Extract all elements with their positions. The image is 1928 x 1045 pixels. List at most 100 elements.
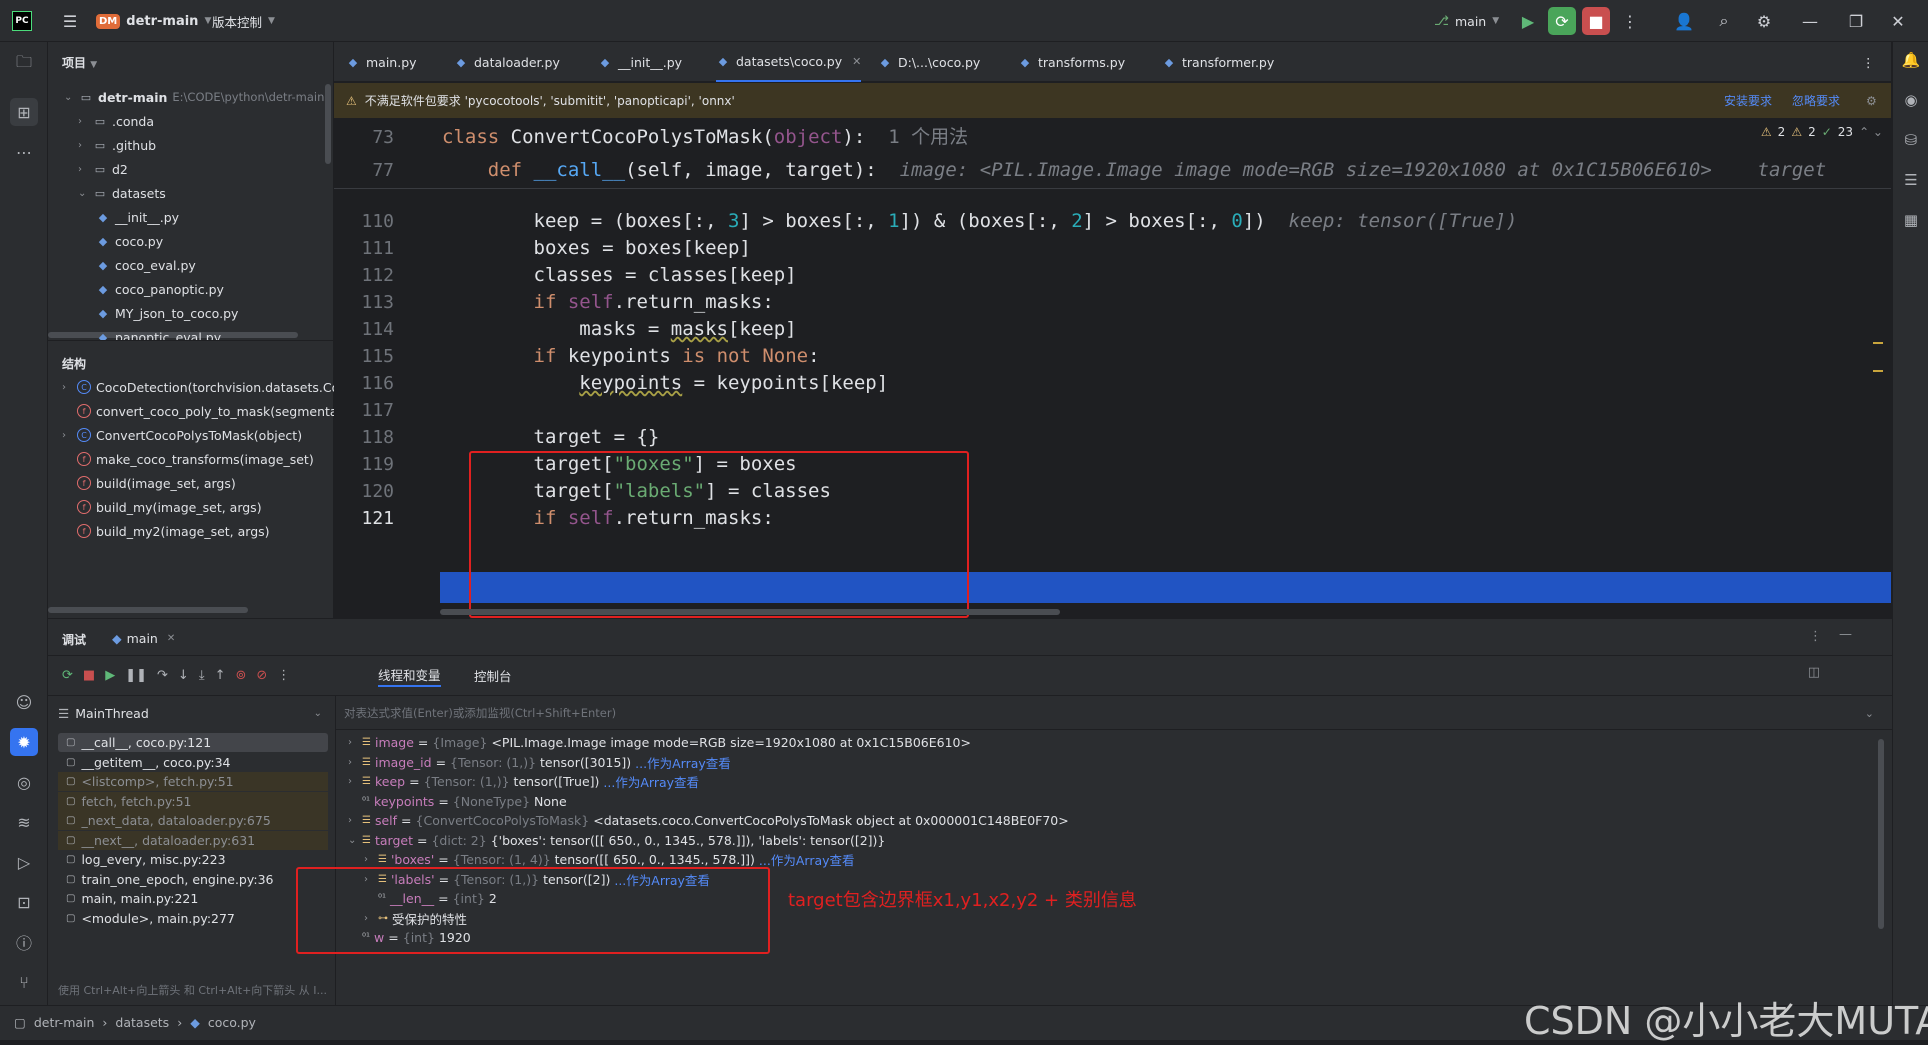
- structure-tool-button[interactable]: ⊞: [10, 98, 38, 126]
- install-requirements-link[interactable]: 安装要求: [1724, 92, 1772, 109]
- structure-item[interactable]: f build_my(image_set, args): [62, 495, 262, 519]
- editor-horizontal-scrollbar[interactable]: [440, 609, 1060, 615]
- stack-frame[interactable]: ▢ main, main.py:221: [58, 889, 328, 908]
- crumb-file[interactable]: coco.py: [208, 1015, 256, 1030]
- vars-scrollbar[interactable]: [1878, 739, 1884, 929]
- tree-folder[interactable]: › ▭ .conda: [78, 109, 154, 133]
- variable-row[interactable]: › ☰ image = {Image} <PIL.Image.Image image mo…: [348, 733, 971, 752]
- problems-tool-button[interactable]: ⓘ: [10, 928, 38, 956]
- chevron-right-icon[interactable]: ›: [364, 913, 374, 924]
- structure-item[interactable]: f convert_coco_poly_to_mask(segmentatic: [62, 399, 353, 423]
- vertical-scrollbar[interactable]: [325, 84, 331, 164]
- view-as-array-link[interactable]: ...作为Array查看: [759, 850, 855, 869]
- debug-tool-button[interactable]: ✹: [10, 728, 38, 756]
- evaluate-expression-input[interactable]: 对表达式求值(Enter)或添加监视(Ctrl+Shift+Enter) ⌄: [344, 701, 1884, 725]
- structure-item[interactable]: f make_coco_transforms(image_set): [62, 447, 314, 471]
- tab-main-py[interactable]: ◆ main.py: [346, 42, 417, 82]
- tab-transforms-py[interactable]: ◆ transforms.py: [1018, 42, 1125, 82]
- main-menu-button[interactable]: ☰: [56, 0, 84, 42]
- stack-frame[interactable]: ▢ __next__, dataloader.py:631: [58, 830, 328, 850]
- thread-selector[interactable]: ☰ MainThread ⌄: [58, 701, 328, 725]
- tree-file[interactable]: ◆ coco_eval.py: [96, 253, 196, 277]
- search-button[interactable]: ⌕: [1710, 0, 1738, 42]
- variable-row[interactable]: › ⊶ 受保护的特性: [364, 909, 467, 928]
- step-into-my-code-icon[interactable]: ⤓: [199, 668, 205, 683]
- step-out-icon[interactable]: ↑: [215, 668, 226, 683]
- project-switcher[interactable]: DM detr-main ▼: [96, 0, 211, 42]
- stack-frame[interactable]: ▢ _next_data, dataloader.py:675: [58, 811, 328, 830]
- layout-icon[interactable]: ◫: [1808, 665, 1820, 680]
- add-user-button[interactable]: 👤: [1670, 0, 1698, 42]
- close-icon[interactable]: ✕: [852, 55, 861, 68]
- view-as-array-link[interactable]: ...作为Array查看: [603, 772, 699, 791]
- tab-init-py[interactable]: ◆ __init__.py: [598, 42, 682, 82]
- python-console-button[interactable]: ◎: [10, 768, 38, 796]
- tab-transformer-py[interactable]: ◆ transformer.py: [1162, 42, 1275, 82]
- table-button[interactable]: ▦: [1899, 208, 1923, 232]
- close-icon[interactable]: ✕: [167, 633, 175, 644]
- layers-tool-button[interactable]: ≋: [10, 808, 38, 836]
- pause-icon[interactable]: ❚❚: [125, 668, 147, 683]
- tabs-more-button[interactable]: ⋮: [1862, 42, 1875, 82]
- maximize-button[interactable]: ❐: [1842, 0, 1870, 42]
- sciview-button[interactable]: ☰: [1899, 168, 1923, 192]
- ai-assistant-button[interactable]: ◉: [1899, 88, 1923, 112]
- mute-breakpoints-icon[interactable]: ⊘: [256, 668, 267, 683]
- database-button[interactable]: ⛁: [1899, 128, 1923, 152]
- chevron-right-icon[interactable]: ›: [364, 874, 374, 885]
- inspection-widget[interactable]: ⚠ 2 ⚠ 2 ✓ 23 ⌃ ⌄: [1761, 125, 1883, 139]
- git-tool-button[interactable]: ⑂: [10, 968, 38, 996]
- variable-row[interactable]: › ☰ image_id = {Tensor: (1,)} tensor([3015]).…: [348, 753, 731, 772]
- tree-folder[interactable]: ⌄ ▭ datasets: [78, 181, 166, 205]
- ignore-requirements-link[interactable]: 忽略要求: [1792, 92, 1840, 109]
- tree-file[interactable]: ◆ coco.py: [96, 229, 163, 253]
- structure-item[interactable]: › C CocoDetection(torchvision.datasets.Coc…: [62, 375, 354, 399]
- variable-row[interactable]: › ☰ keep = {Tensor: (1,)} tensor([True]) ...作为…: [348, 772, 699, 791]
- view-as-array-link[interactable]: ...作为Array查看: [635, 753, 731, 772]
- code-line-116[interactable]: keypoints = keypoints[keep]: [442, 367, 888, 400]
- crumb-project[interactable]: detr-main: [34, 1015, 95, 1030]
- run-tool-button[interactable]: ▷: [10, 848, 38, 876]
- stop-button[interactable]: ■: [1582, 0, 1610, 42]
- stack-frame[interactable]: ▢ fetch, fetch.py:51: [58, 791, 328, 811]
- variable-row[interactable]: › ☰'boxes' = {Tensor: (1, 4)} tensor([[ 650.…: [364, 850, 855, 869]
- copilot-tool-button[interactable]: ☺: [10, 688, 38, 716]
- chevron-right-icon[interactable]: ›: [348, 757, 358, 768]
- settings-button[interactable]: ⚙: [1750, 0, 1778, 42]
- chevron-right-icon[interactable]: ›: [348, 815, 358, 826]
- structure-item[interactable]: f build_my2(image_set, args): [62, 519, 270, 543]
- resume-icon[interactable]: ▶: [105, 668, 115, 683]
- tree-folder[interactable]: › ▭ .github: [78, 133, 156, 157]
- step-over-icon[interactable]: ↷: [157, 668, 168, 683]
- variable-row[interactable]: ⌄ ☰ target = {dict: 2} {'boxes': tensor([[ 65…: [348, 831, 885, 850]
- chevron-right-icon[interactable]: ›: [348, 737, 358, 748]
- minimize-panel-icon[interactable]: —: [1839, 627, 1852, 642]
- variable-row[interactable]: ⁰¹ w = {int} 1920: [348, 928, 471, 947]
- tab-threads-variables[interactable]: 线程和变量: [378, 663, 441, 687]
- stack-frame[interactable]: ▢ __call__, coco.py:121: [58, 733, 328, 752]
- horizontal-scrollbar[interactable]: [48, 607, 248, 613]
- tab-dataloader-py[interactable]: ◆ dataloader.py: [454, 42, 560, 82]
- more-icon[interactable]: ⋮: [277, 668, 290, 683]
- crumb-folder[interactable]: datasets: [115, 1015, 169, 1030]
- terminal-tool-button[interactable]: ⊡: [10, 888, 38, 916]
- tab-datasets-coco-py[interactable]: ◆ datasets\coco.py ✕: [716, 42, 862, 82]
- stack-frame[interactable]: ▢ <listcomp>, fetch.py:51: [58, 772, 328, 791]
- view-as-array-link[interactable]: ...作为Array查看: [614, 870, 710, 889]
- sticky-class-line[interactable]: class ConvertCocoPolysToMask(object): 1 …: [442, 121, 968, 154]
- stack-frame[interactable]: ▢ log_every, misc.py:223: [58, 850, 328, 869]
- debug-session-tab[interactable]: ◆ main ✕: [112, 627, 175, 649]
- chevron-right-icon[interactable]: ›: [348, 776, 358, 787]
- notifications-button[interactable]: 🔔: [1899, 48, 1923, 72]
- project-tool-button[interactable]: 🗀: [10, 50, 38, 78]
- minimize-button[interactable]: —: [1796, 0, 1824, 42]
- step-into-icon[interactable]: ↓: [178, 668, 189, 683]
- rerun-debug-button[interactable]: ⟳: [1548, 0, 1576, 42]
- tree-file[interactable]: ◆ __init__.py: [96, 205, 179, 229]
- stack-frame[interactable]: ▢ <module>, main.py:277: [58, 909, 328, 928]
- structure-item[interactable]: › C ConvertCocoPolysToMask(object): [62, 423, 302, 447]
- sticky-def-line[interactable]: def __call__(self, image, target): image…: [442, 154, 1826, 187]
- gear-icon[interactable]: ⚙: [1866, 94, 1877, 108]
- tab-d-coco-py[interactable]: ◆ D:\...\coco.py: [878, 42, 981, 82]
- more-icon[interactable]: ⋮: [1809, 629, 1822, 644]
